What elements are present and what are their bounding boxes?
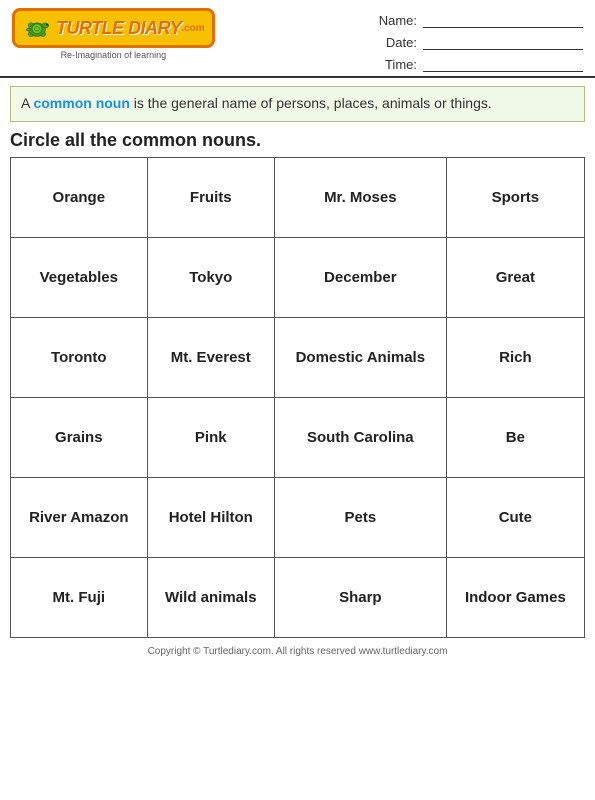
table-row: GrainsPinkSouth CarolinaBe <box>11 397 585 477</box>
table-cell[interactable]: Sharp <box>274 557 446 637</box>
table-cell[interactable]: Mt. Fuji <box>11 557 148 637</box>
table-cell[interactable]: Toronto <box>11 317 148 397</box>
name-row: Name: <box>377 12 583 28</box>
logo-area: TURTLE DIARY .com Re-Imagination of lear… <box>12 8 215 60</box>
table-row: River AmazonHotel HiltonPetsCute <box>11 477 585 557</box>
table-cell[interactable]: Pets <box>274 477 446 557</box>
form-fields: Name: Date: Time: <box>377 8 583 72</box>
table-cell[interactable]: River Amazon <box>11 477 148 557</box>
table-cell[interactable]: Tokyo <box>147 237 274 317</box>
turtle-icon <box>22 14 52 42</box>
table-cell[interactable]: Mt. Everest <box>147 317 274 397</box>
time-input[interactable] <box>423 56 583 72</box>
instruction-text: Circle all the common nouns. <box>10 130 585 151</box>
table-cell[interactable]: Rich <box>446 317 584 397</box>
table-cell[interactable]: Mr. Moses <box>274 157 446 237</box>
table-cell[interactable]: Cute <box>446 477 584 557</box>
table-cell[interactable]: Orange <box>11 157 148 237</box>
name-label: Name: <box>377 13 417 28</box>
table-cell[interactable]: Domestic Animals <box>274 317 446 397</box>
table-row: TorontoMt. EverestDomestic AnimalsRich <box>11 317 585 397</box>
table-row: OrangeFruitsMr. MosesSports <box>11 157 585 237</box>
table-cell[interactable]: Vegetables <box>11 237 148 317</box>
logo-box: TURTLE DIARY .com <box>12 8 215 48</box>
date-row: Date: <box>377 34 583 50</box>
time-label: Time: <box>377 57 417 72</box>
info-box: A common noun is the general name of per… <box>10 86 585 122</box>
table-cell[interactable]: Grains <box>11 397 148 477</box>
table-cell[interactable]: December <box>274 237 446 317</box>
table-cell[interactable]: Indoor Games <box>446 557 584 637</box>
footer-text: Copyright © Turtlediary.com. All rights … <box>0 646 595 663</box>
table-cell[interactable]: Be <box>446 397 584 477</box>
table-cell[interactable]: Pink <box>147 397 274 477</box>
table-cell[interactable]: Hotel Hilton <box>147 477 274 557</box>
logo-text: TURTLE DIARY <box>56 18 181 39</box>
name-input[interactable] <box>423 12 583 28</box>
date-input[interactable] <box>423 34 583 50</box>
word-table: OrangeFruitsMr. MosesSportsVegetablesTok… <box>10 157 585 638</box>
time-row: Time: <box>377 56 583 72</box>
table-cell[interactable]: Sports <box>446 157 584 237</box>
common-noun-term: common noun <box>33 95 129 111</box>
table-row: Mt. FujiWild animalsSharpIndoor Games <box>11 557 585 637</box>
page-header: TURTLE DIARY .com Re-Imagination of lear… <box>0 0 595 78</box>
table-cell[interactable]: Great <box>446 237 584 317</box>
logo-tagline: Re-Imagination of learning <box>61 50 167 60</box>
table-cell[interactable]: South Carolina <box>274 397 446 477</box>
table-cell[interactable]: Wild animals <box>147 557 274 637</box>
info-suffix: is the general name of persons, places, … <box>130 95 492 111</box>
table-cell[interactable]: Fruits <box>147 157 274 237</box>
info-prefix: A <box>21 95 33 111</box>
logo-com: .com <box>181 23 204 34</box>
table-row: VegetablesTokyoDecemberGreat <box>11 237 585 317</box>
date-label: Date: <box>377 35 417 50</box>
